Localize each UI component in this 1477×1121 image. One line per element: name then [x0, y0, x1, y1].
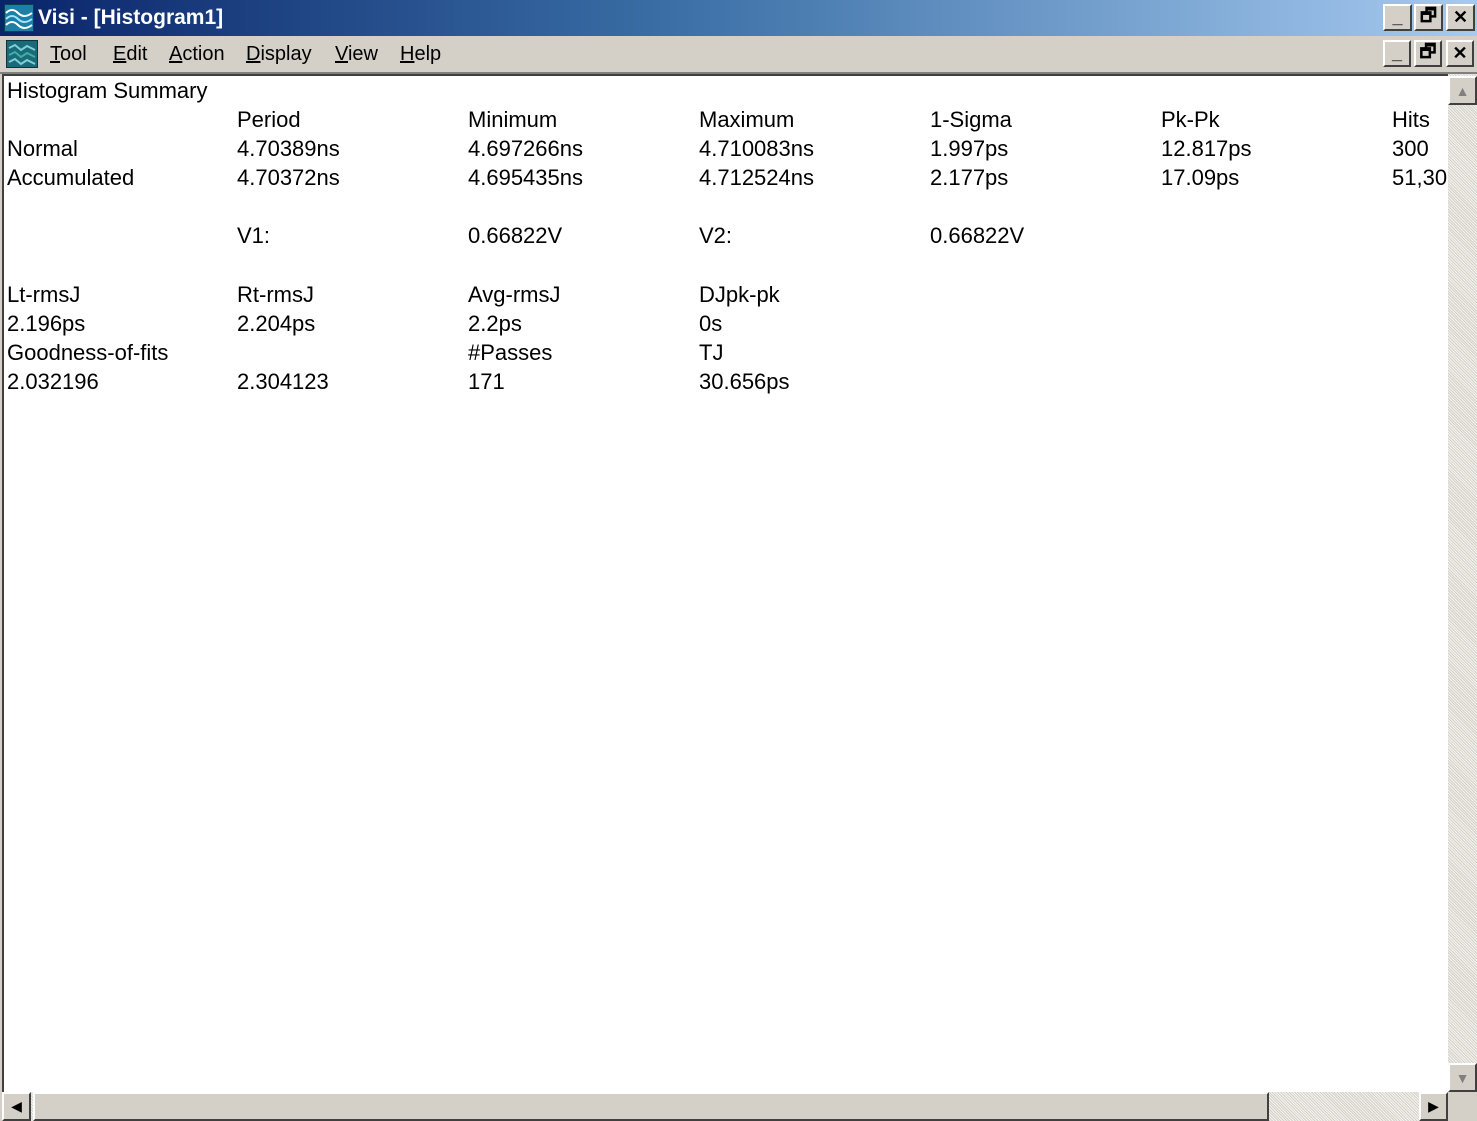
vertical-scrollbar[interactable]: ▲ ▼: [1448, 74, 1477, 1092]
histogram-summary-panel: Histogram Summary Period Minimum Maximum…: [2, 74, 1448, 1092]
header-avg-rmsj: Avg-rmsJ: [468, 282, 561, 307]
header-passes: #Passes: [468, 340, 553, 365]
row-label-accumulated: Accumulated: [7, 165, 135, 190]
passes-value: 171: [468, 369, 505, 394]
accumulated-maximum: 4.712524ns: [699, 165, 814, 190]
v2-label: V2:: [699, 223, 733, 248]
menu-display[interactable]: Display: [246, 42, 312, 66]
summary-title: Histogram Summary: [7, 78, 208, 103]
menu-view[interactable]: View: [335, 42, 378, 66]
accumulated-1-sigma: 2.177ps: [930, 165, 1009, 190]
mdi-close-button[interactable]: ✕: [1446, 40, 1474, 67]
v2-value: 0.66822V: [930, 223, 1025, 248]
header-tj: TJ: [699, 340, 724, 365]
goodness-of-fit-right-value: 2.304123: [237, 369, 329, 394]
row-label-normal: Normal: [7, 136, 78, 161]
close-button[interactable]: ✕: [1446, 4, 1475, 31]
document-icon[interactable]: [6, 40, 38, 68]
rt-rmsj-value: 2.204ps: [237, 311, 316, 336]
normal-period: 4.70389ns: [237, 136, 340, 161]
mdi-restore-button[interactable]: 🗗: [1414, 40, 1442, 67]
normal-hits: 300: [1392, 136, 1429, 161]
horizontal-scrollbar[interactable]: ◀ ▶: [2, 1092, 1448, 1121]
restore-button[interactable]: 🗗: [1414, 4, 1443, 31]
header-pk-pk: Pk-Pk: [1161, 107, 1220, 132]
djpk-pk-value: 0s: [699, 311, 723, 336]
menu-action[interactable]: Action: [169, 42, 225, 66]
horizontal-scroll-thumb[interactable]: [33, 1092, 1269, 1121]
header-maximum: Maximum: [699, 107, 795, 132]
accumulated-period: 4.70372ns: [237, 165, 340, 190]
accumulated-pk-pk: 17.09ps: [1161, 165, 1240, 190]
normal-maximum: 4.710083ns: [699, 136, 814, 161]
header-minimum: Minimum: [468, 107, 558, 132]
menu-bar: Tool Edit Action Display View Help: [0, 36, 1477, 74]
visi-app-icon[interactable]: [4, 4, 34, 32]
header-1-sigma: 1-Sigma: [930, 107, 1012, 132]
header-hits: Hits: [1392, 107, 1430, 132]
scroll-up-button[interactable]: ▲: [1448, 76, 1477, 105]
title-bar: Visi - [Histogram1] _ 🗗 ✕: [0, 0, 1477, 36]
normal-minimum: 4.697266ns: [468, 136, 583, 161]
header-djpk-pk: DJpk-pk: [699, 282, 780, 307]
menu-edit[interactable]: Edit: [113, 42, 147, 66]
avg-rmsj-value: 2.2ps: [468, 311, 522, 336]
menu-help[interactable]: Help: [400, 42, 441, 66]
scroll-right-button[interactable]: ▶: [1419, 1092, 1448, 1121]
goodness-of-fit-left-value: 2.032196: [7, 369, 99, 394]
header-period: Period: [237, 107, 301, 132]
normal-pk-pk: 12.817ps: [1161, 136, 1252, 161]
lt-rmsj-value: 2.196ps: [7, 311, 86, 336]
header-lt-rmsj: Lt-rmsJ: [7, 282, 81, 307]
tj-value: 30.656ps: [699, 369, 790, 394]
window-title: Visi - [Histogram1]: [38, 6, 224, 29]
menu-tool[interactable]: Tool: [50, 42, 87, 66]
v1-label: V1:: [237, 223, 271, 248]
header-rt-rmsj: Rt-rmsJ: [237, 282, 314, 307]
scrollbar-corner: [1448, 1092, 1477, 1121]
scroll-left-button[interactable]: ◀: [2, 1092, 31, 1121]
normal-1-sigma: 1.997ps: [930, 136, 1009, 161]
v1-value: 0.66822V: [468, 223, 563, 248]
mdi-minimize-button[interactable]: _: [1383, 40, 1411, 67]
header-goodness-of-fits: Goodness-of-fits: [7, 340, 169, 365]
accumulated-minimum: 4.695435ns: [468, 165, 583, 190]
accumulated-hits: 51,30: [1392, 165, 1448, 190]
scroll-down-button[interactable]: ▼: [1448, 1063, 1477, 1092]
minimize-button[interactable]: _: [1383, 4, 1412, 31]
